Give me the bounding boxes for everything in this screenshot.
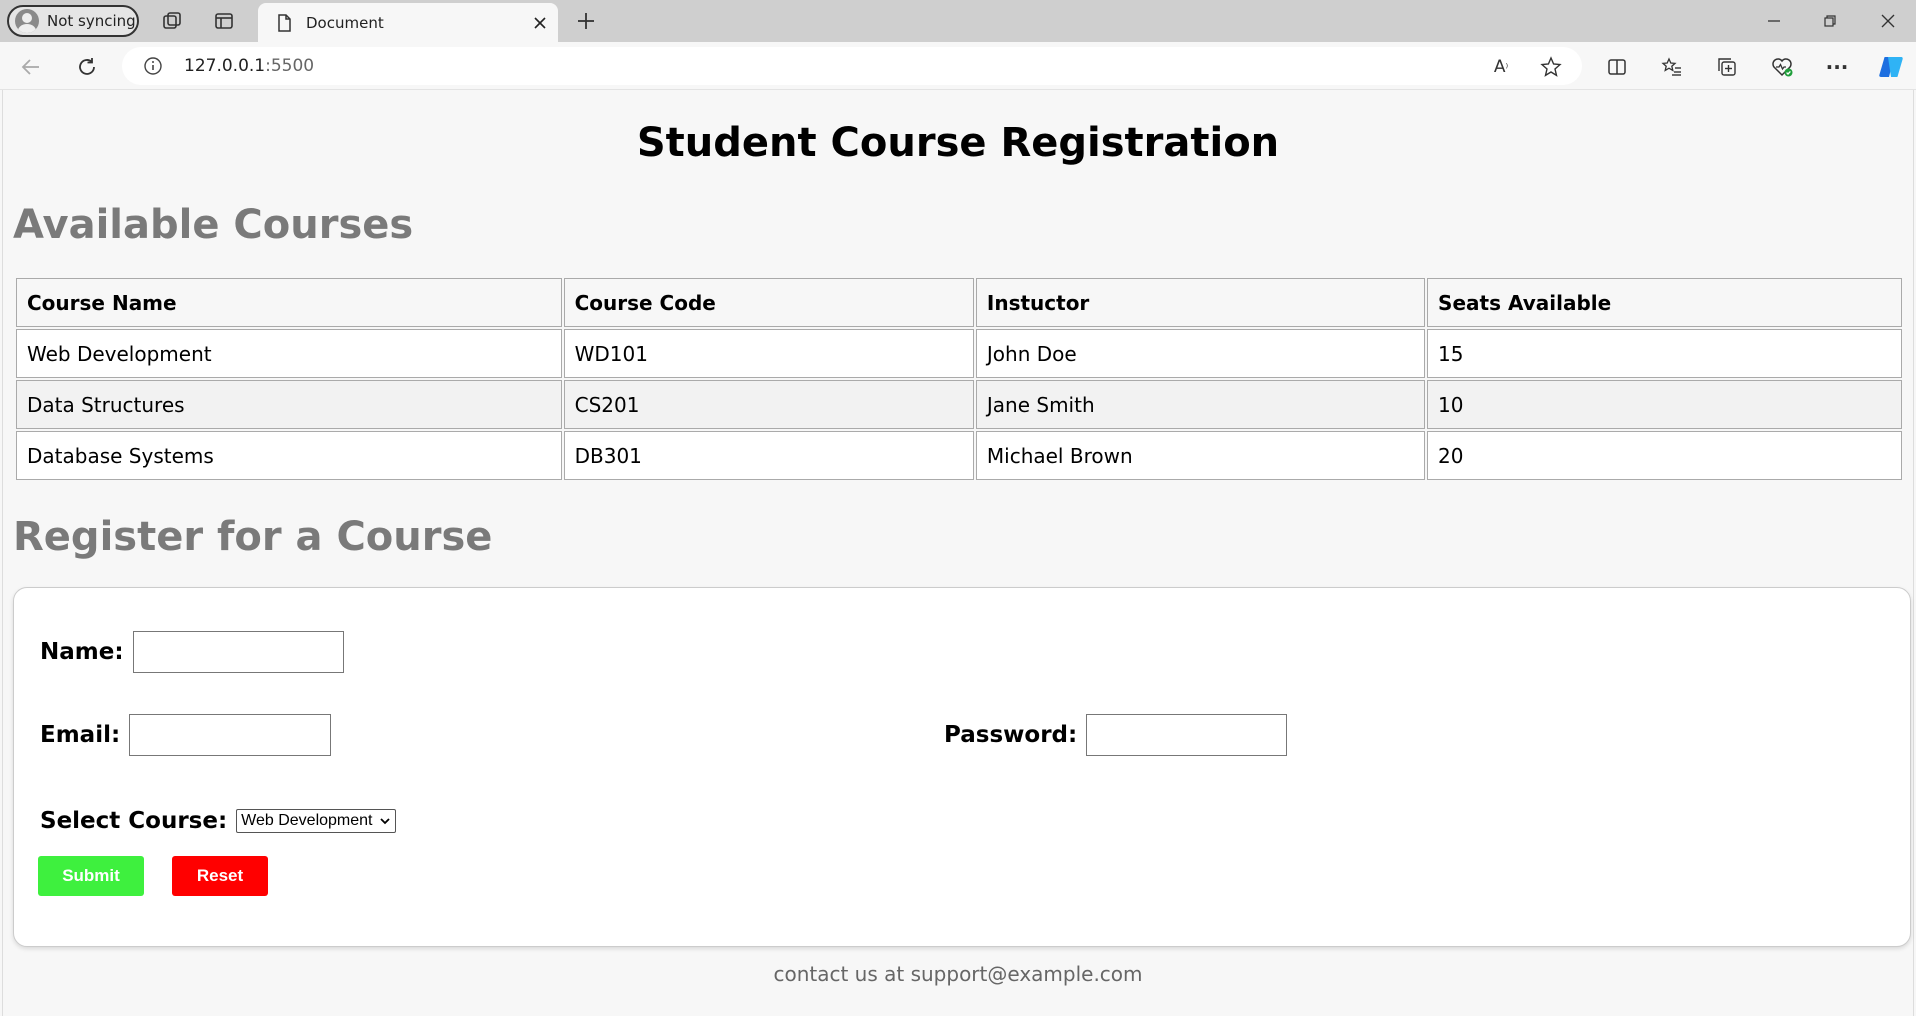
- course-name-cell: Database Systems: [16, 431, 562, 480]
- table-row: Web Development WD101 John Doe 15: [16, 329, 1902, 378]
- collections-icon[interactable]: [1714, 54, 1740, 80]
- password-label: Password:: [944, 722, 1078, 748]
- tab-title: Document: [306, 13, 384, 32]
- profile-label: Not syncing: [47, 12, 136, 30]
- footer-contact: contact us at support@example.com: [773, 962, 1143, 986]
- reset-button[interactable]: Reset: [172, 856, 268, 896]
- password-input[interactable]: [1086, 714, 1288, 756]
- browser-address-bar: 127.0.0.1:5500 A ⁾ ···: [0, 42, 1916, 90]
- submit-button[interactable]: Submit: [38, 856, 144, 896]
- chevron-down-icon: [379, 818, 390, 825]
- seats-cell: 10: [1427, 380, 1902, 429]
- url-field[interactable]: 127.0.0.1:5500: [122, 47, 1582, 85]
- course-name-cell: Web Development: [16, 329, 562, 378]
- url-host: 127.0.0.1: [184, 56, 266, 76]
- instructor-cell: Michael Brown: [975, 431, 1426, 480]
- read-aloud-icon[interactable]: A ⁾: [1488, 54, 1514, 80]
- name-input[interactable]: [132, 631, 344, 673]
- restore-icon[interactable]: [1818, 9, 1842, 33]
- profile-avatar-icon: [15, 9, 39, 33]
- minimize-icon[interactable]: [1762, 9, 1786, 33]
- courses-table: Course Name Course Code Instuctor Seats …: [14, 276, 1904, 482]
- tab-document[interactable]: Document: [258, 3, 558, 42]
- favorites-icon[interactable]: [1659, 54, 1685, 80]
- browser-tab-bar: Not syncing Document: [0, 0, 1916, 42]
- course-code-cell: DB301: [563, 431, 974, 480]
- course-select-value: Web Development: [241, 812, 373, 829]
- name-label: Name:: [40, 639, 124, 665]
- available-courses-heading: Available Courses: [13, 202, 414, 248]
- course-select[interactable]: Web Development: [236, 809, 396, 833]
- document-icon: [278, 13, 291, 32]
- email-row: Email:: [40, 714, 332, 756]
- seats-cell: 15: [1427, 329, 1902, 378]
- back-icon[interactable]: [18, 54, 44, 80]
- email-input[interactable]: [129, 714, 332, 756]
- table-row: Database Systems DB301 Michael Brown 20: [16, 431, 1902, 480]
- course-select-label: Select Course:: [40, 808, 228, 834]
- more-options-icon[interactable]: ···: [1824, 54, 1850, 80]
- register-heading: Register for a Course: [13, 514, 493, 560]
- workspaces-icon[interactable]: [160, 9, 184, 33]
- url-text: 127.0.0.1:5500: [184, 56, 314, 76]
- close-window-icon[interactable]: [1876, 9, 1900, 33]
- header-instructor: Instuctor: [975, 278, 1426, 327]
- name-row: Name:: [40, 631, 344, 673]
- new-tab-icon[interactable]: [574, 9, 598, 33]
- split-screen-icon[interactable]: [1604, 54, 1630, 80]
- course-code-cell: CS201: [563, 380, 974, 429]
- page-content: Student Course Registration Available Co…: [2, 90, 1914, 1016]
- course-name-cell: Data Structures: [16, 380, 562, 429]
- table-row: Data Structures CS201 Jane Smith 10: [16, 380, 1902, 429]
- table-header-row: Course Name Course Code Instuctor Seats …: [16, 278, 1902, 327]
- course-select-row: Select Course: Web Development: [40, 808, 396, 834]
- browser-essentials-icon[interactable]: [1769, 54, 1795, 80]
- registration-form: Name: Email: Password: Select Course: We…: [13, 587, 1911, 947]
- instructor-cell: John Doe: [975, 329, 1426, 378]
- close-tab-icon[interactable]: [530, 13, 550, 33]
- header-seats-available: Seats Available: [1427, 278, 1902, 327]
- reload-icon[interactable]: [74, 54, 100, 80]
- page-title: Student Course Registration: [636, 120, 1280, 166]
- profile-button[interactable]: Not syncing: [7, 5, 139, 37]
- email-label: Email:: [40, 722, 121, 748]
- instructor-cell: Jane Smith: [975, 380, 1426, 429]
- course-code-cell: WD101: [563, 329, 974, 378]
- seats-cell: 20: [1427, 431, 1902, 480]
- url-port: :5500: [265, 56, 315, 76]
- header-course-code: Course Code: [563, 278, 974, 327]
- header-course-name: Course Name: [16, 278, 562, 327]
- site-info-icon[interactable]: [142, 55, 164, 77]
- tab-actions-icon[interactable]: [212, 9, 236, 33]
- password-row: Password:: [944, 714, 1288, 756]
- copilot-icon[interactable]: [1876, 52, 1906, 82]
- favorite-star-icon[interactable]: [1538, 54, 1564, 80]
